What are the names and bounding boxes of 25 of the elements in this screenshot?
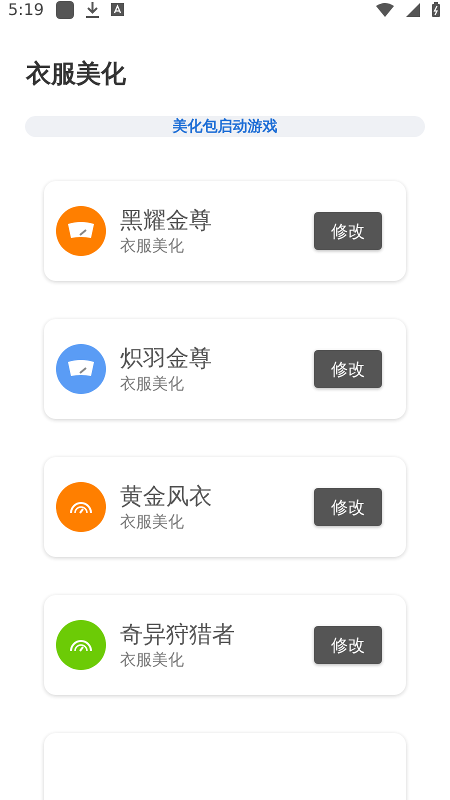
skin-category: 衣服美化 [120,650,185,670]
download-icon [86,2,99,18]
gauge-icon [69,638,93,652]
page-title: 衣服美化 [26,58,127,90]
skin-category: 衣服美化 [120,236,185,256]
status-time: 5:19 [8,0,44,19]
signal-icon [406,2,420,16]
edit-button[interactable]: 修改 [314,350,382,388]
edit-button[interactable]: 修改 [314,626,382,664]
keyboard-notification-icon [110,3,124,16]
windshield-icon [66,359,96,379]
skin-name: 奇异狩猎者 [120,621,236,650]
skin-category: 衣服美化 [120,374,185,394]
windshield-icon [66,221,96,241]
edit-button[interactable]: 修改 [314,212,382,250]
skin-category: 衣服美化 [120,512,185,532]
skin-name: 黑耀金尊 [120,207,213,236]
launch-game-button[interactable]: 美化包启动游戏 [25,116,425,137]
battery-icon [432,2,440,17]
edit-button[interactable]: 修改 [314,488,382,526]
gauge-icon [69,500,93,514]
wifi-icon [376,2,394,16]
skin-name: 炽羽金尊 [120,345,213,374]
skin-name: 黄金风衣 [120,483,213,512]
app-notification-icon [56,0,74,18]
